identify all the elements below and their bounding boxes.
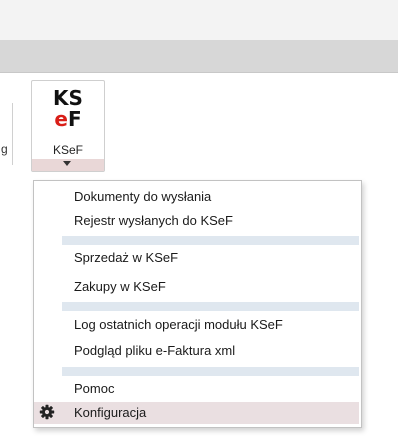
menu-item-label: Podgląd pliku e-Faktura xml — [74, 343, 236, 358]
menu-item-pomoc[interactable]: Pomoc — [34, 378, 359, 400]
menu-separator — [62, 236, 359, 245]
menu-item-label: Zakupy w KSeF — [74, 279, 166, 294]
ksef-button-label: KSeF — [52, 143, 83, 157]
previous-ribbon-button-label-fragment: g — [1, 142, 8, 156]
ksef-ribbon-button[interactable]: KS eF KSeF — [31, 80, 105, 172]
ribbon-top-strip — [0, 0, 398, 40]
menu-item-podglad-e-faktura[interactable]: Podgląd pliku e-Faktura xml — [34, 340, 359, 362]
ksef-logo-accent: e — [54, 107, 68, 131]
menu-item-label: Sprzedaż w KSeF — [74, 250, 179, 265]
ksef-dropdown-menu: Dokumenty do wysłania Rejestr wysłanych … — [33, 180, 362, 428]
menu-item-sprzedaz[interactable]: Sprzedaż w KSeF — [34, 247, 359, 269]
menu-item-rejestr-wyslanych[interactable]: Rejestr wysłanych do KSeF — [34, 210, 359, 232]
menu-item-label: Pomoc — [74, 381, 115, 396]
ribbon-tab-bar — [0, 40, 398, 73]
gear-icon — [39, 404, 55, 420]
menu-item-label: Log ostatnich operacji modułu KSeF — [74, 317, 283, 332]
menu-item-konfiguracja[interactable]: Konfiguracja — [34, 402, 359, 424]
ksef-logo-icon: KS eF — [32, 88, 104, 129]
dropdown-arrow-icon — [63, 161, 71, 166]
ksef-logo-line2-rest: F — [67, 107, 82, 131]
menu-item-label: Konfiguracja — [74, 405, 147, 420]
menu-item-label: Rejestr wysłanych do KSeF — [74, 213, 233, 228]
menu-item-log-operacji[interactable]: Log ostatnich operacji modułu KSeF — [34, 314, 359, 336]
menu-separator — [62, 367, 359, 376]
menu-item-label: Dokumenty do wysłania — [74, 189, 212, 204]
menu-item-zakupy[interactable]: Zakupy w KSeF — [34, 276, 359, 298]
ksef-dropdown-toggle[interactable] — [32, 159, 104, 171]
menu-item-dokumenty-do-wyslania[interactable]: Dokumenty do wysłania — [34, 186, 359, 208]
menu-separator — [62, 302, 359, 311]
